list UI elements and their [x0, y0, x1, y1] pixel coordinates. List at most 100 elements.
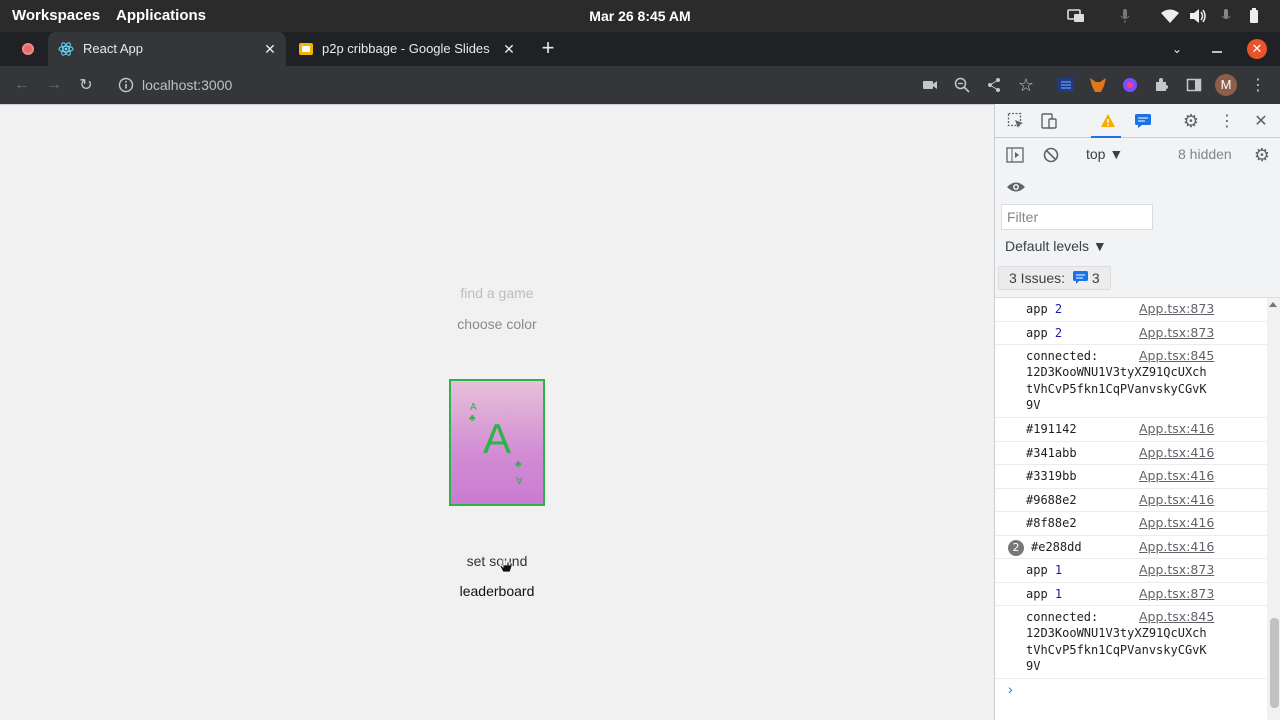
more-options-icon[interactable]: ⋮	[1216, 110, 1238, 132]
log-source-link[interactable]: App.tsx:416	[1139, 539, 1214, 555]
minimize-icon[interactable]	[1208, 40, 1226, 58]
reload-icon[interactable]: ↻	[76, 75, 96, 95]
log-message: #8f88e2	[1026, 516, 1077, 530]
camera-icon[interactable]	[920, 75, 940, 95]
console-filter-input[interactable]: Filter	[1001, 204, 1153, 230]
wifi-icon[interactable]	[1160, 6, 1180, 26]
card-rank-corner: A	[516, 474, 523, 485]
inspect-element-icon[interactable]	[1005, 110, 1027, 132]
browser-toolbar: ← → ↻ localhost:3000 ☆ M ⋮	[0, 66, 1280, 104]
find-game-link[interactable]: find a game	[0, 285, 994, 301]
log-source-link[interactable]: App.tsx:416	[1139, 492, 1214, 508]
battery-icon[interactable]	[1244, 6, 1264, 26]
close-tab-icon[interactable]: ✕	[501, 41, 517, 57]
slides-icon	[298, 41, 314, 57]
log-message: #9688e2	[1026, 493, 1077, 507]
log-message: #3319bb	[1026, 469, 1077, 483]
log-source-link[interactable]: App.tsx:873	[1139, 562, 1214, 578]
context-selector[interactable]: top ▼	[1086, 146, 1123, 162]
mic-status-icon[interactable]	[1216, 6, 1236, 26]
log-entry: connected: 12D3KooWNU1V3tyXZ91QcUXch tVh…	[995, 345, 1267, 418]
log-source-link[interactable]: App.tsx:873	[1139, 301, 1214, 317]
clear-console-icon[interactable]	[1040, 144, 1062, 166]
log-message: app 1	[1026, 587, 1063, 601]
tab-google-slides[interactable]: p2p cribbage - Google Slides ✕	[290, 32, 528, 66]
log-entry: #9688e2 App.tsx:416	[995, 489, 1267, 512]
issues-button[interactable]: 3 Issues: 3	[998, 266, 1111, 290]
screen-share-icon[interactable]	[1066, 6, 1086, 26]
log-source-link[interactable]: App.tsx:416	[1139, 445, 1214, 461]
log-entry: app 2 App.tsx:873	[995, 298, 1267, 322]
volume-icon[interactable]	[1188, 6, 1208, 26]
log-entry: app 2 App.tsx:873	[995, 322, 1267, 345]
set-sound-link[interactable]: set sound	[0, 553, 994, 569]
zoom-icon[interactable]	[952, 75, 972, 95]
console-tab[interactable]	[1091, 110, 1121, 138]
metamask-fox-icon[interactable]	[1088, 75, 1108, 95]
side-panel-icon[interactable]	[1184, 75, 1204, 95]
log-message: #e288dd	[1031, 540, 1082, 554]
console-scroll-thumb[interactable]	[1270, 618, 1279, 708]
share-icon[interactable]	[984, 75, 1004, 95]
os-top-bar: Workspaces Applications Mar 26 8:45 AM	[0, 0, 1280, 32]
log-source-link[interactable]: App.tsx:416	[1139, 515, 1214, 531]
workspaces-menu[interactable]: Workspaces	[12, 0, 100, 32]
site-info-icon[interactable]	[116, 75, 136, 95]
device-toolbar-icon[interactable]	[1038, 110, 1060, 132]
forward-icon[interactable]: →	[44, 75, 64, 95]
log-source-link[interactable]: App.tsx:873	[1139, 325, 1214, 341]
choose-color-link[interactable]: choose color	[0, 316, 994, 332]
tab-react-app[interactable]: React App ✕	[48, 32, 286, 66]
log-message: #191142	[1026, 422, 1077, 436]
log-source-link[interactable]: App.tsx:845	[1139, 348, 1214, 364]
log-message: app 1	[1026, 563, 1063, 577]
issues-count: 3	[1091, 270, 1100, 286]
log-entry: #3319bb App.tsx:416	[995, 465, 1267, 489]
message-icon[interactable]	[1132, 110, 1154, 132]
log-source-link[interactable]: App.tsx:873	[1139, 586, 1214, 602]
tab-title: p2p cribbage - Google Slides	[322, 41, 490, 56]
hidden-count[interactable]: 8 hidden	[1178, 146, 1232, 162]
microphone-icon[interactable]	[1115, 6, 1135, 26]
chrome-menu-icon[interactable]: ⋮	[1248, 75, 1268, 95]
issues-message-icon	[1072, 268, 1088, 290]
tab-search-icon[interactable]: ⌄	[1168, 40, 1186, 58]
browser-tab-strip: React App ✕ p2p cribbage - Google Slides…	[0, 32, 1280, 66]
address-bar[interactable]: localhost:3000	[142, 66, 232, 104]
leaderboard-link[interactable]: leaderboard	[0, 583, 994, 599]
settings-gear-icon[interactable]: ⚙	[1180, 110, 1202, 132]
profile-avatar[interactable]: M	[1215, 74, 1237, 96]
extension-bars-icon[interactable]	[1056, 75, 1076, 95]
log-message: app 2	[1026, 302, 1063, 316]
warning-icon	[1097, 110, 1119, 132]
console-log-area[interactable]: app 2 App.tsx:873 app 2 App.tsx:873 conn…	[995, 297, 1280, 720]
ace-of-clubs-card[interactable]: A ♣ A ♣ A	[449, 379, 545, 506]
log-source-link[interactable]: App.tsx:416	[1139, 421, 1214, 437]
tab-title: React App	[83, 41, 143, 56]
log-entry: 2 #e288dd App.tsx:416	[995, 536, 1267, 559]
console-settings-icon[interactable]: ⚙	[1251, 144, 1273, 166]
log-levels-dropdown[interactable]: Default levels ▼	[1005, 238, 1107, 254]
bookmark-star-icon[interactable]: ☆	[1016, 75, 1036, 95]
scroll-up-arrow-icon[interactable]	[1269, 302, 1277, 307]
recording-indicator-icon[interactable]	[22, 43, 34, 55]
extensions-puzzle-icon[interactable]	[1152, 75, 1172, 95]
close-tab-icon[interactable]: ✕	[262, 41, 278, 57]
log-source-link[interactable]: App.tsx:416	[1139, 468, 1214, 484]
new-tab-icon[interactable]: +	[538, 37, 558, 59]
applications-menu[interactable]: Applications	[116, 0, 206, 32]
sidebar-toggle-icon[interactable]	[1004, 144, 1026, 166]
live-expression-eye-icon[interactable]	[1005, 176, 1027, 198]
devtools-header: ⚙ ⋮ ✕	[995, 104, 1280, 138]
log-source-link[interactable]: App.tsx:845	[1139, 609, 1214, 625]
color-wheel-extension-icon[interactable]	[1120, 75, 1140, 95]
close-window-icon[interactable]: ✕	[1247, 39, 1267, 59]
hand-cursor-icon	[498, 557, 514, 575]
log-entry: #191142 App.tsx:416	[995, 418, 1267, 442]
react-icon	[58, 41, 74, 57]
console-prompt-chevron-icon[interactable]: ›	[1008, 681, 1013, 697]
back-icon[interactable]: ←	[12, 75, 32, 95]
close-devtools-icon[interactable]: ✕	[1250, 110, 1272, 132]
log-message: #341abb	[1026, 446, 1077, 460]
log-message: app 2	[1026, 326, 1063, 340]
